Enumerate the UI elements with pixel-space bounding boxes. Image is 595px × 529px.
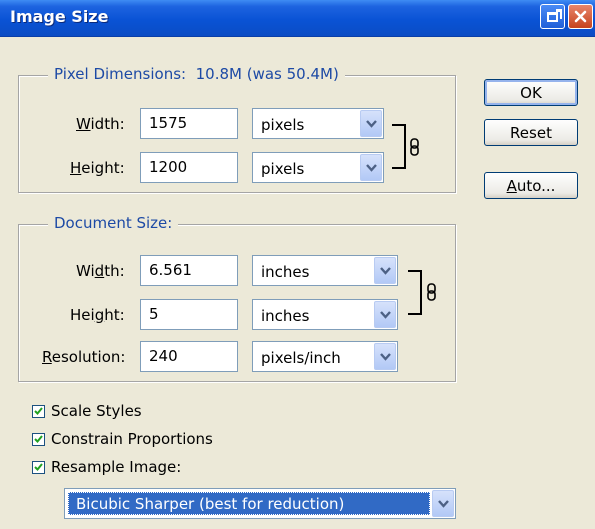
document-height-label: Height: (70, 306, 125, 324)
document-size-legend: Document Size: (48, 214, 179, 232)
document-width-unit-value: inches (261, 263, 310, 281)
resample-method-value: Bicubic Sharper (best for reduction) (68, 492, 430, 515)
chevron-down-icon (432, 490, 454, 517)
window-title: Image Size (10, 7, 109, 26)
resample-image-checkbox[interactable]: Resample Image: (32, 458, 181, 476)
pixel-width-unit-select[interactable]: pixels (252, 108, 384, 139)
resolution-label: Resolution: (42, 348, 126, 366)
constrain-proportions-label: Constrain Proportions (51, 430, 213, 448)
pixel-width-input[interactable]: 1575 (140, 108, 238, 139)
document-constrain-bracket (408, 270, 422, 315)
title-bar: Image Size (0, 0, 595, 37)
scale-styles-checkbox[interactable]: Scale Styles (32, 402, 142, 420)
pixel-dimensions-size: 10.8M (was 50.4M) (195, 65, 339, 83)
resolution-unit-value: pixels/inch (261, 349, 341, 367)
pixel-width-unit-value: pixels (261, 116, 305, 134)
reset-button[interactable]: Reset (484, 119, 578, 146)
chain-link-icon (410, 138, 419, 156)
chevron-down-icon (360, 110, 382, 137)
resolution-unit-select[interactable]: pixels/inch (252, 341, 398, 372)
pixel-height-unit-value: pixels (261, 160, 305, 178)
restore-icon (547, 8, 562, 22)
document-width-unit-select[interactable]: inches (252, 255, 398, 286)
chain-link-icon (427, 283, 436, 301)
chevron-down-icon (374, 343, 396, 370)
checkmark-icon (32, 432, 45, 446)
pixel-constrain-bracket (392, 124, 406, 169)
checkmark-icon (32, 404, 45, 418)
pixel-height-label: Height: (70, 159, 125, 177)
document-width-label: Width: (76, 262, 125, 280)
checkmark-icon (32, 460, 45, 474)
document-width-input[interactable]: 6.561 (140, 255, 238, 286)
restore-button[interactable] (540, 4, 565, 29)
auto-button[interactable]: Auto... (484, 172, 578, 199)
ok-button[interactable]: OK (484, 79, 578, 106)
document-height-unit-select[interactable]: inches (252, 299, 398, 330)
document-height-unit-value: inches (261, 307, 310, 325)
resample-method-select[interactable]: Bicubic Sharper (best for reduction) (64, 488, 456, 519)
resolution-input[interactable]: 240 (140, 341, 238, 372)
scale-styles-label: Scale Styles (51, 402, 142, 420)
pixel-height-input[interactable]: 1200 (140, 152, 238, 183)
document-height-input[interactable]: 5 (140, 299, 238, 330)
pixel-width-label: Width: (76, 115, 125, 133)
pixel-height-unit-select[interactable]: pixels (252, 152, 384, 183)
close-icon (574, 10, 587, 23)
resample-image-label: Resample Image: (51, 458, 182, 476)
chevron-down-icon (374, 257, 396, 284)
pixel-dimensions-title: Pixel Dimensions: (54, 65, 187, 83)
chevron-down-icon (374, 301, 396, 328)
pixel-dimensions-legend: Pixel Dimensions: 10.8M (was 50.4M) (48, 65, 345, 83)
constrain-proportions-checkbox[interactable]: Constrain Proportions (32, 430, 213, 448)
chevron-down-icon (360, 154, 382, 181)
close-button[interactable] (568, 4, 593, 29)
